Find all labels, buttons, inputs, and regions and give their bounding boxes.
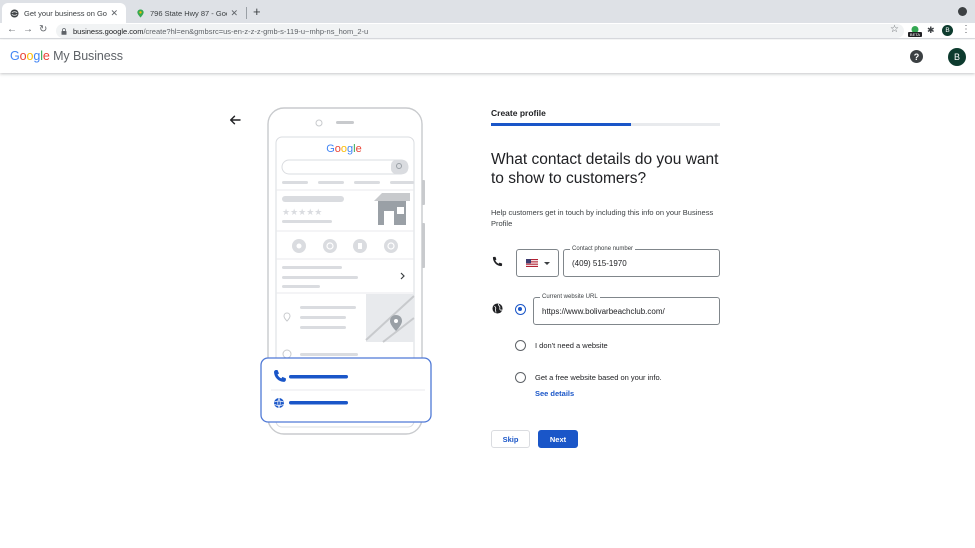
url-path: /create?hl=en&gmbsrc=us-en-z-z-z-gmb-s-1…	[143, 26, 369, 36]
no-website-label[interactable]: I don't need a website	[535, 341, 608, 350]
tab-close-icon[interactable]: ✕	[110, 8, 118, 19]
phone-icon	[492, 256, 503, 267]
help-text: Help customers get in touch by including…	[491, 208, 714, 228]
maps-pin-favicon-icon	[137, 8, 144, 18]
logo-letter: G	[10, 49, 20, 63]
back-arrow-icon[interactable]	[229, 114, 241, 126]
phone-field-label: Contact phone number	[570, 245, 636, 253]
no-website-radio[interactable]	[515, 340, 526, 351]
skip-button[interactable]: Skip	[491, 430, 530, 448]
progress-label: Create profile	[491, 108, 546, 118]
phone-side-button	[422, 223, 425, 268]
app-header: Google My Business ? B	[0, 40, 975, 73]
logo-letter: e	[42, 49, 50, 63]
mock-line	[282, 220, 332, 223]
progress-bar	[491, 123, 720, 126]
tab-separator	[246, 7, 247, 19]
browser-tab-maps[interactable]: 796 State Hwy 87 - Google Maps ✕	[128, 3, 246, 23]
free-website-radio[interactable]	[515, 372, 526, 383]
beta-extension-icon[interactable]: BETA	[908, 25, 922, 37]
page-title: What contact details do you want to show…	[491, 151, 719, 187]
browser-profile-avatar[interactable]: B	[942, 25, 953, 36]
dropdown-caret-icon	[543, 261, 550, 265]
phone-mockup-illustration: Google ★★★★★	[260, 107, 432, 435]
new-tab-icon[interactable]: +	[253, 4, 261, 19]
contact-phone-field[interactable]: Contact phone number (409) 515-1970	[563, 245, 720, 277]
contact-card-callout	[260, 357, 432, 423]
reload-icon[interactable]: ↻	[39, 24, 47, 35]
see-details-link[interactable]: See details	[535, 389, 574, 398]
country-code-select[interactable]	[516, 249, 559, 277]
help-icon[interactable]: ?	[910, 50, 923, 63]
product-name: My Business	[49, 49, 123, 63]
globe-icon	[492, 303, 503, 314]
address-bar[interactable]: business.google.com/create?hl=en&gmbsrc=…	[56, 24, 904, 38]
extensions-puzzle-icon[interactable]: ✱	[927, 25, 935, 36]
browser-toolbar: ← → ↻ business.google.com/create?hl=en&g…	[0, 23, 975, 39]
free-website-label[interactable]: Get a free website based on your info.	[535, 373, 662, 382]
progress-bar-fill	[491, 123, 631, 126]
tab-title: Get your business on Google	[24, 8, 107, 18]
mock-google-wordmark: Google	[326, 143, 362, 155]
url-host: business.google.com	[73, 26, 144, 36]
mock-map-thumbnail	[365, 294, 415, 343]
mock-star-rating: ★★★★★	[282, 208, 322, 218]
phone-speaker	[336, 121, 354, 124]
google-my-business-logo[interactable]: Google My Business	[10, 49, 123, 63]
mock-line	[300, 353, 358, 356]
forward-nav-icon[interactable]: →	[23, 24, 33, 35]
tab-close-icon[interactable]: ✕	[230, 8, 238, 19]
tab-title: 796 State Hwy 87 - Google Maps	[150, 8, 227, 18]
browser-tab-active[interactable]: Get your business on Google ✕	[2, 3, 126, 23]
website-url-field[interactable]: Current website URL https://www.bolivarb…	[533, 293, 720, 325]
phone-field-value: (409) 515-1970	[572, 258, 627, 268]
website-radio-selected[interactable]	[515, 304, 526, 315]
browser-menu-icon[interactable]: ⋮	[961, 24, 971, 35]
mock-title-bar	[282, 196, 344, 202]
mock-search-button	[391, 160, 408, 174]
url-field-value: https://www.bolivarbeachclub.com/	[542, 306, 665, 316]
google-globe-favicon-icon	[10, 8, 19, 18]
phone-side-button	[422, 180, 425, 205]
beta-badge-text: BETA	[910, 32, 920, 37]
us-flag-icon	[525, 259, 538, 267]
url-text: business.google.com/create?hl=en&gmbsrc=…	[73, 27, 368, 36]
mock-search-box	[281, 159, 409, 175]
bookmark-star-icon[interactable]: ☆	[890, 24, 899, 35]
mock-store-icon	[374, 193, 410, 225]
back-nav-icon[interactable]: ←	[7, 24, 17, 35]
callout-globe-icon	[274, 398, 284, 408]
browser-tabstrip: Get your business on Google ✕ 796 State …	[0, 0, 975, 23]
account-avatar[interactable]: B	[948, 48, 966, 66]
next-button[interactable]: Next	[538, 430, 578, 448]
window-control-icon[interactable]	[958, 7, 967, 16]
url-field-label: Current website URL	[540, 293, 600, 301]
lock-icon	[61, 27, 67, 35]
